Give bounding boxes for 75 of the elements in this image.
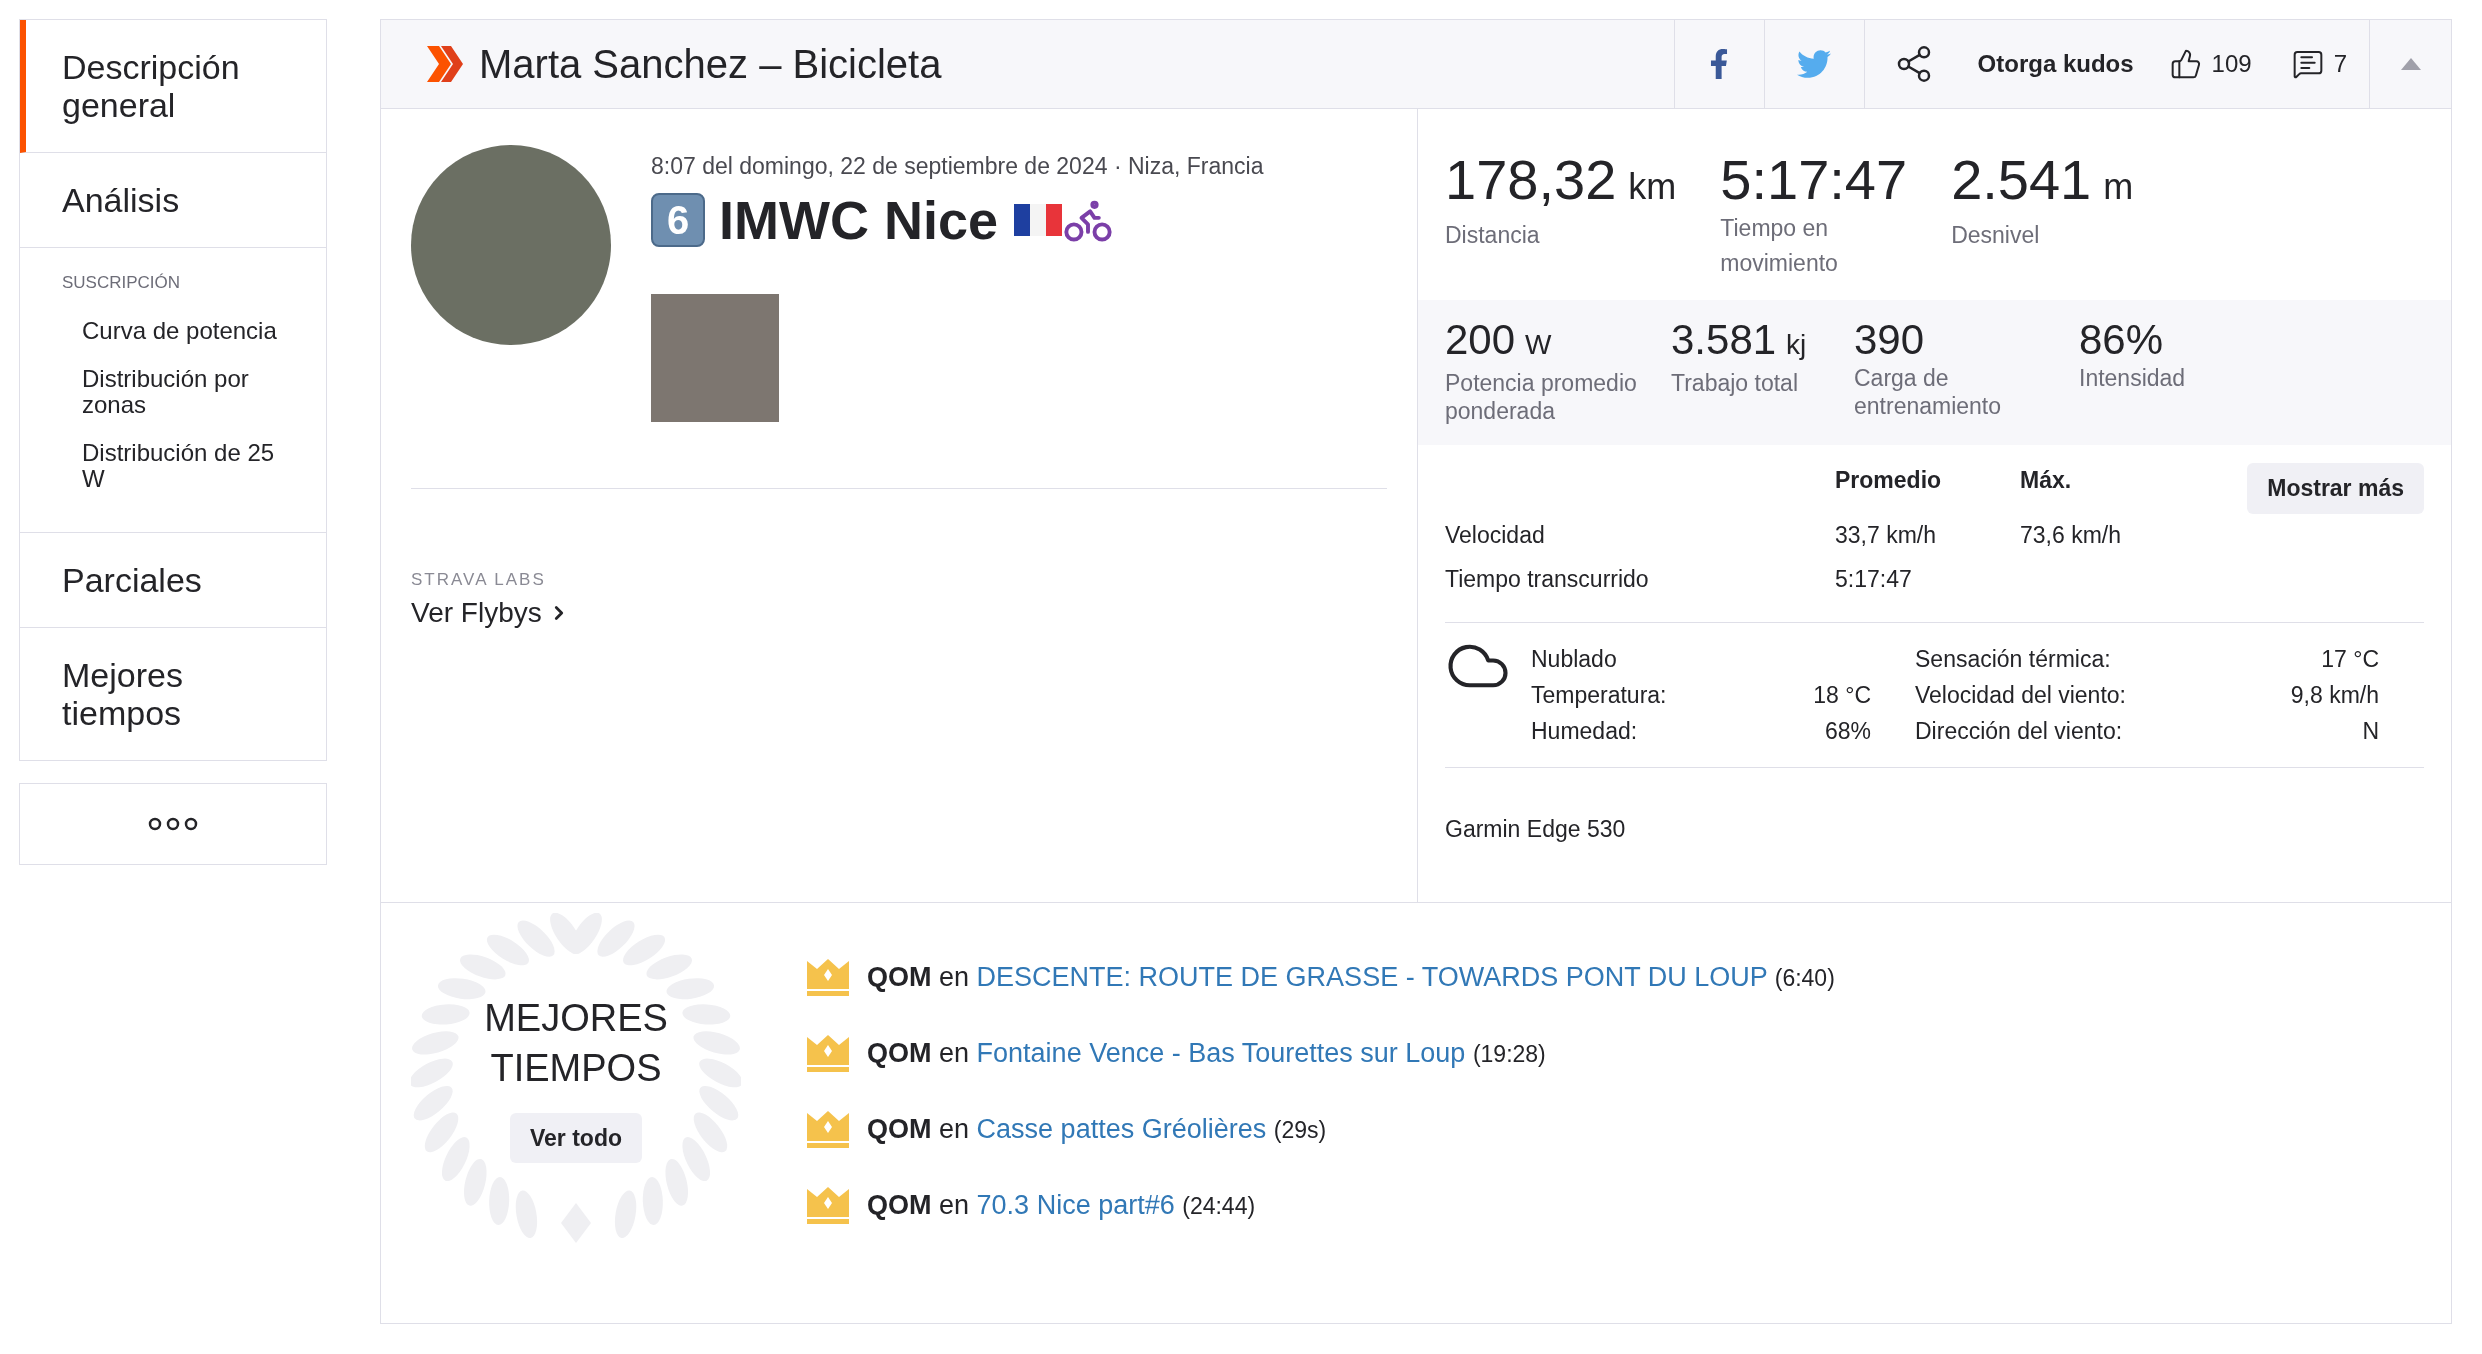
weather-condition: Nublado xyxy=(1531,644,1618,674)
row-label: Velocidad xyxy=(1445,521,1546,551)
sidebar-item[interactable]: Análisis xyxy=(20,153,326,248)
more-icon xyxy=(148,816,198,831)
table-cell-text: 33,7 km/h xyxy=(1835,521,1937,551)
table-cell-text: 5:17:47 xyxy=(1835,565,1913,595)
segment-link[interactable]: 70.3 Nice part#6 xyxy=(976,1189,1175,1220)
thumbs-up-icon xyxy=(2169,48,2202,80)
labs-label: STRAVA LABS xyxy=(411,568,547,591)
give-kudos-button[interactable]: Otorga kudos xyxy=(1977,46,2134,82)
column-header: Promedio xyxy=(1835,466,1943,495)
segment-link[interactable]: Fontaine Vence - Bas Tourettes sur Loup xyxy=(976,1037,1466,1068)
weather-label: Dirección del viento: xyxy=(1915,716,2123,746)
column-header: Máx. xyxy=(2020,466,2073,495)
crown-icon xyxy=(805,1033,851,1073)
activity-date-location: 8:07 del domingo, 22 de septiembre de 2024 · Niza, Francia xyxy=(651,152,1264,181)
crown-icon xyxy=(805,957,851,997)
stat-value: 86% xyxy=(2079,316,2165,364)
sidebar-subitem[interactable]: Curva de potencia xyxy=(20,311,326,350)
weather-value: 68% xyxy=(1824,716,1871,746)
france-flag-icon xyxy=(1014,202,1063,237)
more-button[interactable] xyxy=(19,782,327,865)
comment-icon xyxy=(2291,48,2324,80)
sidebar-item[interactable]: Mejores tiempos xyxy=(20,627,326,761)
weather-value: N xyxy=(2362,716,2379,746)
stat-label: Trabajo total xyxy=(1671,369,1799,397)
best-effort-text: QOM en Fontaine Vence - Bas Tourettes sur Loup (19:28) xyxy=(867,1036,1546,1070)
weather-label: Sensación térmica: xyxy=(1915,644,2111,674)
kudos-count: 109 xyxy=(2211,49,2252,79)
kudos-count-button[interactable]: 109 xyxy=(2169,46,2252,82)
weather-label: Velocidad del viento: xyxy=(1915,680,2126,710)
comments-button[interactable]: 7 xyxy=(2291,46,2347,82)
stat-value: 2.541 m xyxy=(1951,149,2134,213)
best-efforts-title: MEJORES TIEMPOS xyxy=(483,995,669,1091)
stat-value: 5:17:47 xyxy=(1720,149,1908,211)
row-label: Tiempo transcurrido xyxy=(1445,565,1650,595)
comments-count: 7 xyxy=(2333,49,2347,79)
device-name: Garmin Edge 530 xyxy=(1445,814,1626,844)
weather-value: 9,8 km/h xyxy=(2290,680,2379,710)
sidebar-subitem[interactable]: Distribución de 25 W xyxy=(20,433,326,498)
number-badge: 6 xyxy=(651,192,705,247)
crown-icon xyxy=(805,1109,851,1149)
segment-link[interactable]: Casse pattes Gréolières xyxy=(976,1113,1267,1144)
weather-value: 18 °C xyxy=(1813,680,1871,710)
table-cell-text: 73,6 km/h xyxy=(2020,521,2122,551)
stat-label: Tiempo en movimiento xyxy=(1720,214,1839,278)
stat-label: Desnivel xyxy=(1951,221,2041,250)
stat-value: 200 W xyxy=(1445,316,1553,365)
sidebar-subitem[interactable]: Distribución por zonas xyxy=(20,359,326,424)
stat-label: Potencia promedio ponderada xyxy=(1445,369,1638,425)
best-effort-text: QOM en DESCENTE: ROUTE DE GRASSE - TOWARDS PONT DU LOUP (6:40) xyxy=(867,960,1835,994)
weather-label: Humedad: xyxy=(1531,716,1638,746)
sidebar-item[interactable]: Descripción general xyxy=(20,20,326,153)
show-more-button[interactable]: Mostrar más xyxy=(2247,463,2424,514)
best-effort-text: QOM en Casse pattes Gréolières (29s) xyxy=(867,1112,1327,1146)
section-heading: SUSCRIPCIÓN xyxy=(61,272,182,294)
stat-label: Distancia xyxy=(1445,221,1541,250)
view-all-button[interactable]: Ver todo xyxy=(510,1112,642,1164)
stat-value: 390 xyxy=(1854,316,1926,364)
weather-value: 17 °C xyxy=(2321,644,2379,674)
flybys-link[interactable]: Ver Flybys xyxy=(411,592,570,634)
weather-label: Temperatura: xyxy=(1531,680,1667,710)
activity-header-title: Marta Sanchez – Bicicleta xyxy=(479,41,942,88)
twitter-icon xyxy=(1797,47,1832,81)
best-effort-text: QOM en 70.3 Nice part#6 (24:44) xyxy=(867,1188,1256,1222)
stat-label: Carga de entrenamiento xyxy=(1854,364,2003,420)
segment-link[interactable]: DESCENTE: ROUTE DE GRASSE - TOWARDS PONT DU LOUP xyxy=(976,961,1768,992)
crown-icon xyxy=(805,1185,851,1225)
stat-label: Intensidad xyxy=(2079,364,2187,392)
logo-icon xyxy=(425,44,465,84)
stat-value: 3.581 kj xyxy=(1671,316,1808,365)
sidebar-item[interactable]: Parciales xyxy=(20,532,326,628)
stat-value: 178,32 km xyxy=(1445,149,1677,213)
activity-title: IMWC Nice xyxy=(719,189,999,250)
caret-up-icon xyxy=(2400,58,2421,70)
